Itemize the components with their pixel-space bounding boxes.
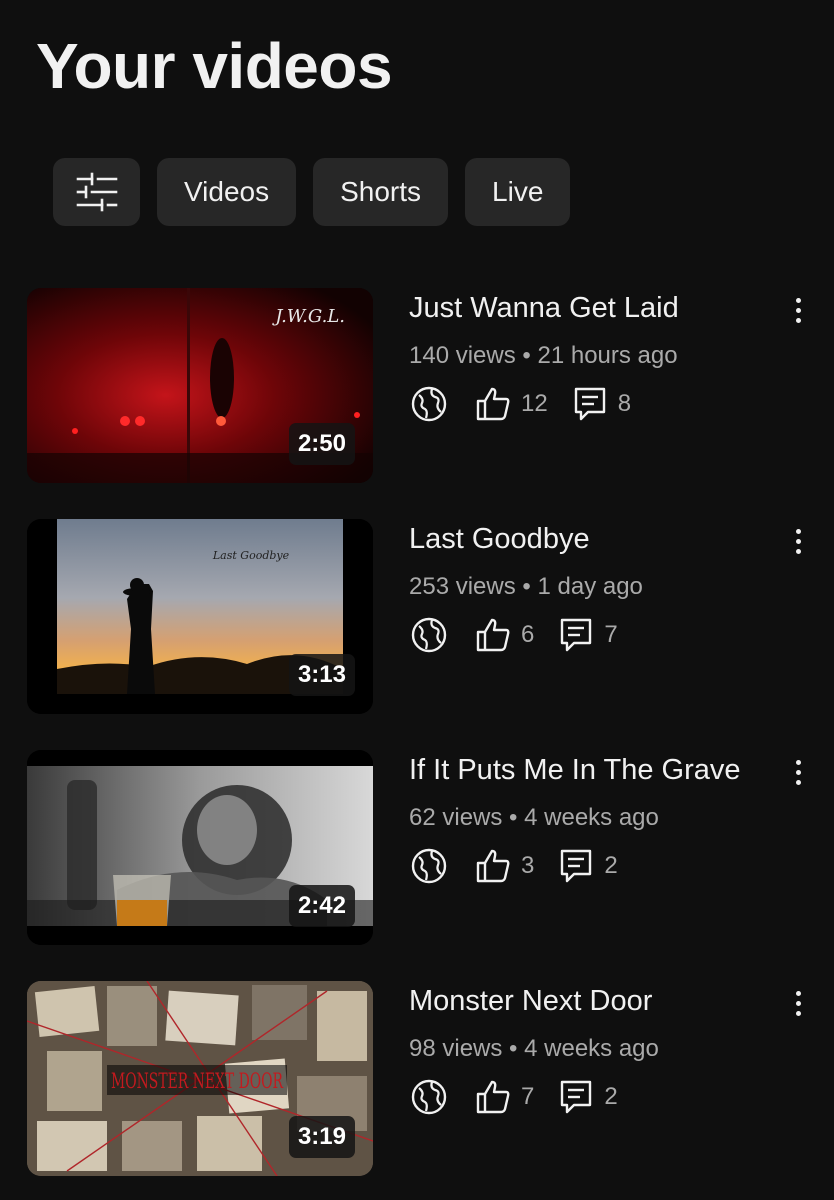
video-stats: 3 2 — [409, 846, 640, 886]
duration-badge: 2:50 — [288, 423, 355, 465]
thumbs-up-icon[interactable] — [473, 384, 513, 424]
thumbnail-text: Last Goodbye — [212, 549, 290, 562]
more-vertical-icon[interactable] — [784, 292, 812, 328]
sliders-filter-icon — [76, 172, 117, 212]
video-stats: 12 8 — [409, 384, 653, 424]
video-meta: 253 views • 1 day ago — [409, 573, 643, 601]
thumbnail-text: MONSTER NEXT DOOR — [111, 1069, 284, 1093]
thumbnail-text: J.W.G.L. — [271, 306, 345, 327]
meta-separator: • — [502, 1035, 525, 1062]
video-title[interactable]: Monster Next Door — [409, 985, 652, 1018]
view-count: 140 views — [409, 342, 516, 369]
page-title: Your videos — [36, 30, 393, 102]
video-meta: 140 views • 21 hours ago — [409, 342, 678, 370]
video-title[interactable]: Last Goodbye — [409, 523, 590, 556]
upload-age: 21 hours ago — [537, 342, 678, 369]
like-count: 6 — [521, 621, 535, 648]
more-vertical-icon[interactable] — [784, 754, 812, 790]
comment-count: 2 — [604, 852, 618, 879]
chip-videos[interactable]: Videos — [157, 158, 297, 226]
comment-count: 2 — [604, 1083, 618, 1110]
meta-separator: • — [502, 804, 525, 831]
filter-chips: Videos Shorts Live — [53, 158, 571, 226]
video-stats: 7 2 — [409, 1077, 640, 1117]
video-thumbnail[interactable]: MONSTER NEXT DOOR 3:19 — [27, 981, 373, 1176]
meta-separator: • — [515, 573, 538, 600]
video-thumbnail[interactable]: 2:42 — [27, 750, 373, 945]
view-count: 253 views — [409, 573, 516, 600]
video-title[interactable]: If It Puts Me In The Grave — [409, 754, 741, 787]
view-count: 98 views — [409, 1035, 503, 1062]
view-count: 62 views — [409, 804, 503, 831]
thumbs-up-icon[interactable] — [473, 615, 513, 655]
upload-age: 1 day ago — [537, 573, 643, 600]
globe-public-icon — [409, 1077, 449, 1117]
comment-icon[interactable] — [556, 846, 596, 886]
upload-age: 4 weeks ago — [524, 804, 659, 831]
video-row: J.W.G.L. 2:50 Just Wanna Get Laid 140 vi… — [0, 288, 834, 484]
filter-chip[interactable] — [53, 158, 140, 226]
thumbs-up-icon[interactable] — [473, 1077, 513, 1117]
globe-public-icon — [409, 384, 449, 424]
comment-icon[interactable] — [556, 1077, 596, 1117]
comment-count: 7 — [604, 621, 618, 648]
globe-public-icon — [409, 846, 449, 886]
upload-age: 4 weeks ago — [524, 1035, 659, 1062]
video-row: Last Goodbye 3:13 Last Goodbye 253 views… — [0, 519, 834, 715]
comment-icon[interactable] — [570, 384, 610, 424]
chip-live[interactable]: Live — [465, 158, 571, 226]
more-vertical-icon[interactable] — [784, 985, 812, 1021]
globe-public-icon — [409, 615, 449, 655]
video-title[interactable]: Just Wanna Get Laid — [409, 292, 679, 325]
video-stats: 6 7 — [409, 615, 640, 655]
thumbs-up-icon[interactable] — [473, 846, 513, 886]
more-vertical-icon[interactable] — [784, 523, 812, 559]
duration-badge: 3:19 — [288, 1116, 355, 1158]
video-row: MONSTER NEXT DOOR 3:19 Monster Next Door… — [0, 981, 834, 1177]
comment-icon[interactable] — [556, 615, 596, 655]
like-count: 7 — [521, 1083, 535, 1110]
video-thumbnail[interactable]: Last Goodbye 3:13 — [27, 519, 373, 714]
like-count: 12 — [521, 390, 548, 417]
chip-shorts[interactable]: Shorts — [313, 158, 449, 226]
video-meta: 98 views • 4 weeks ago — [409, 1035, 659, 1063]
like-count: 3 — [521, 852, 535, 879]
video-thumbnail[interactable]: J.W.G.L. 2:50 — [27, 288, 373, 483]
video-row: 2:42 If It Puts Me In The Grave 62 views… — [0, 750, 834, 946]
video-meta: 62 views • 4 weeks ago — [409, 804, 659, 832]
meta-separator: • — [515, 342, 538, 369]
duration-badge: 3:13 — [288, 654, 355, 696]
comment-count: 8 — [617, 390, 632, 417]
duration-badge: 2:42 — [288, 885, 355, 927]
